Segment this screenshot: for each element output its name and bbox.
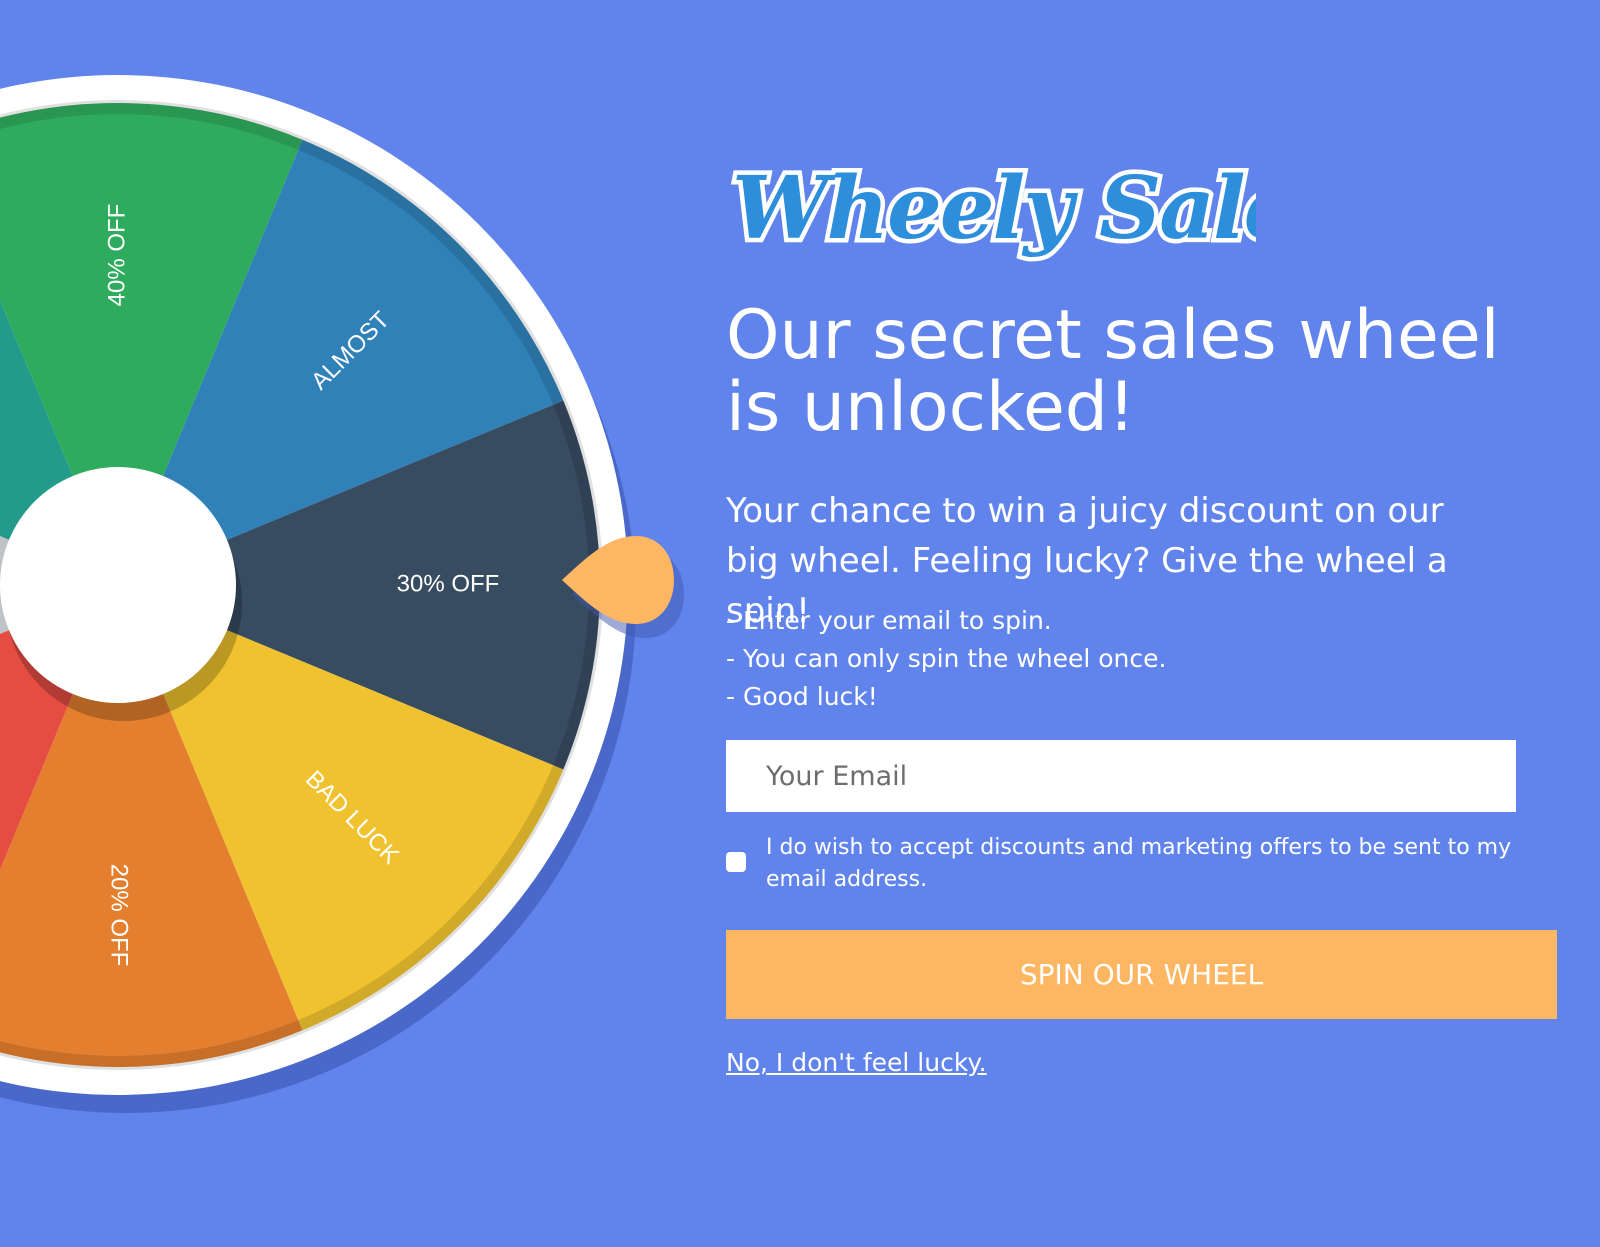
wheel-segment-label: 30% OFF [397,570,500,597]
prize-wheel-graphic: 40% OFFALMOST30% OFFBAD LUCK20% OFF [0,75,684,1113]
consent-label: I do wish to accept discounts and market… [766,835,1512,892]
rule-item: - You can only spin the wheel once. [726,644,1167,673]
wheel-segment-label: 40% OFF [103,204,130,307]
wheely-sales-logo: Wheely Sales [728,154,1257,264]
spin-wheel-button[interactable]: SPIN OUR WHEEL [726,930,1557,1019]
rules-list: - Enter your email to spin. - You can on… [726,602,1506,716]
wheel-segment-label: 20% OFF [106,864,133,967]
wheel-hub [0,467,236,703]
logo-text: Wheely Sales [732,158,1256,259]
consent-checkbox[interactable] [726,852,746,872]
decline-link[interactable]: No, I don't feel lucky. [726,1048,987,1077]
rule-item: - Enter your email to spin. [726,606,1052,635]
email-field[interactable] [726,740,1516,812]
rule-item: - Good luck! [726,682,878,711]
page-headline: Our secret sales wheel is unlocked! [726,296,1500,447]
prize-wheel: 40% OFF ALMOST 30% OFF BAD LUCK 20% OFF [0,0,720,1247]
